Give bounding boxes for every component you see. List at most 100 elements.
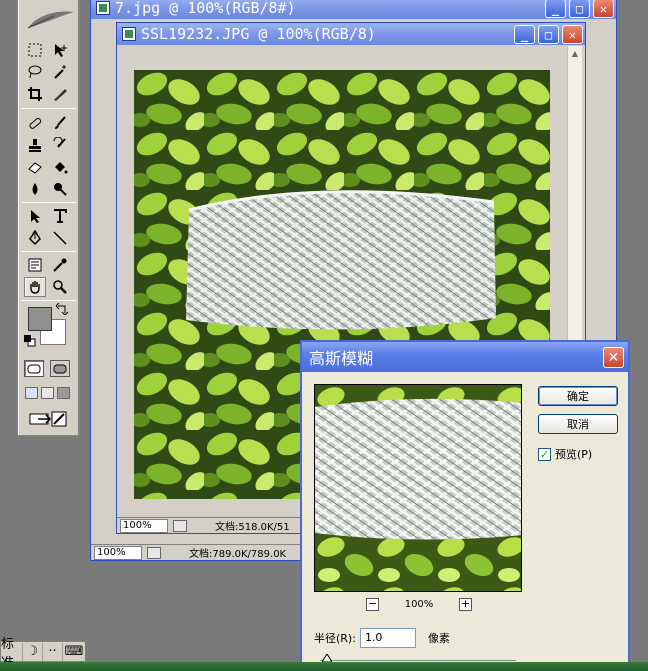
- blur-icon[interactable]: [24, 179, 46, 199]
- tool-row: [24, 157, 72, 177]
- default-colors-icon[interactable]: [24, 335, 36, 347]
- close-icon: ✕: [599, 1, 608, 16]
- status-menu-icon[interactable]: [173, 519, 187, 532]
- preview-checkbox[interactable]: ✓ 预览(P): [538, 446, 592, 462]
- language-bar: 标准 ☽ ·· ⌨: [0, 637, 86, 671]
- close-icon: ✕: [568, 27, 577, 42]
- tool-row: [24, 255, 72, 275]
- eraser-icon[interactable]: [24, 157, 46, 177]
- tool-row: [24, 40, 72, 60]
- zoom-in-button[interactable]: +: [459, 598, 472, 611]
- tool-row: [24, 228, 72, 248]
- maximize-button[interactable]: □: [538, 25, 559, 44]
- feather-logo-icon: [27, 11, 74, 29]
- toolbox-divider: [22, 108, 76, 109]
- brush-icon[interactable]: [49, 113, 71, 133]
- notes-icon[interactable]: [24, 255, 46, 275]
- taskbar: [0, 662, 648, 671]
- swap-colors-icon[interactable]: [56, 303, 68, 315]
- radius-label: 半径(R):: [314, 632, 356, 645]
- gaussian-blur-dialog: 高斯模糊 ✕ 确定 取消 ✓ 预览(P) − 100% + 半径(R): 1.0…: [300, 340, 630, 671]
- full-screen-button[interactable]: [57, 387, 70, 399]
- dialog-titlebar[interactable]: 高斯模糊: [302, 342, 628, 372]
- back-window-title: 7.jpg @ 100%(RGB/8#): [115, 0, 296, 17]
- paint-bucket-icon[interactable]: [49, 157, 71, 177]
- radius-input[interactable]: 1.0: [359, 628, 416, 648]
- back-window-titlebar[interactable]: 7.jpg @ 100%(RGB/8#) _ □ ✕: [91, 0, 616, 19]
- soft-keyboard-icon[interactable]: ⌨: [63, 643, 85, 661]
- preview-checkbox-label: 预览(P): [555, 448, 593, 461]
- full-screen-menu-button[interactable]: [41, 387, 54, 399]
- move-icon[interactable]: [49, 40, 71, 60]
- dialog-title: 高斯模糊: [309, 349, 374, 368]
- standard-mode-button[interactable]: [24, 360, 44, 377]
- lasso-icon[interactable]: [24, 62, 46, 82]
- zoom-level-field[interactable]: 100%: [94, 545, 142, 560]
- quick-mask-icon: [53, 364, 67, 373]
- eyedropper-icon[interactable]: [49, 255, 71, 275]
- preview-zoom-controls: − 100% +: [366, 598, 472, 611]
- jump-to-imageready-icon[interactable]: [28, 410, 68, 428]
- tool-row: [24, 62, 72, 82]
- toolbox: [17, 0, 80, 436]
- document-icon: [122, 27, 136, 41]
- tool-row: [24, 179, 72, 199]
- tool-row: [24, 135, 72, 155]
- radius-unit: 像素: [427, 632, 450, 645]
- minimize-icon: _: [551, 1, 560, 16]
- quick-mask-button[interactable]: [50, 360, 70, 377]
- foreground-color-swatch[interactable]: [28, 307, 52, 331]
- tool-row: [24, 206, 72, 226]
- zoom-icon[interactable]: [49, 277, 71, 297]
- close-button[interactable]: ✕: [593, 0, 614, 18]
- document-size-readout: 文档:518.0K/51: [215, 522, 290, 533]
- radius-row: 半径(R): 1.0 像素: [314, 628, 450, 648]
- dodge-icon[interactable]: [49, 179, 71, 199]
- preview-image: [315, 385, 521, 591]
- cancel-button[interactable]: 取消: [538, 414, 618, 434]
- scroll-up-icon[interactable]: ▲: [568, 46, 582, 60]
- type-icon[interactable]: [49, 206, 71, 226]
- standard-screen-button[interactable]: [25, 387, 38, 399]
- screen-mode-group: [25, 387, 70, 399]
- front-window-title: SSL19232.JPG @ 100%(RGB/8): [141, 25, 376, 43]
- close-icon: ✕: [607, 349, 620, 366]
- blur-preview[interactable]: [314, 384, 522, 592]
- maximize-icon: □: [575, 1, 584, 16]
- toolbox-divider: [22, 300, 76, 301]
- checkmark-icon: ✓: [538, 447, 551, 461]
- status-menu-icon[interactable]: [147, 546, 161, 559]
- healing-brush-icon[interactable]: [24, 113, 46, 133]
- crop-icon[interactable]: [24, 84, 46, 104]
- preview-zoom-value: 100%: [404, 599, 434, 610]
- close-button[interactable]: ✕: [562, 25, 583, 44]
- tool-row: [24, 113, 72, 133]
- input-mode-button[interactable]: 标准: [1, 637, 23, 671]
- tool-row: [24, 84, 72, 104]
- tool-row: [24, 277, 72, 297]
- pen-icon[interactable]: [24, 228, 46, 248]
- line-icon[interactable]: [49, 228, 71, 248]
- hand-icon[interactable]: [24, 277, 46, 297]
- toolbox-divider: [22, 251, 76, 252]
- minimize-button[interactable]: _: [514, 25, 535, 44]
- path-select-icon[interactable]: [24, 206, 46, 226]
- front-window-titlebar[interactable]: SSL19232.JPG @ 100%(RGB/8) _ □ ✕: [117, 23, 585, 45]
- document-size-readout: 文档:789.0K/789.0K: [189, 549, 287, 560]
- clone-stamp-icon[interactable]: [24, 135, 46, 155]
- zoom-out-button[interactable]: −: [366, 598, 379, 611]
- standard-mode-icon: [27, 364, 41, 373]
- slider-thumb-icon[interactable]: [322, 654, 332, 662]
- slice-icon[interactable]: [49, 84, 71, 104]
- ok-button[interactable]: 确定: [538, 386, 618, 406]
- minimize-button[interactable]: _: [545, 0, 566, 18]
- half-width-moon-icon[interactable]: ☽: [23, 642, 43, 661]
- maximize-button[interactable]: □: [569, 0, 590, 18]
- marquee-icon[interactable]: [24, 40, 46, 60]
- zoom-level-field[interactable]: 100%: [120, 518, 168, 533]
- history-brush-icon[interactable]: [49, 135, 71, 155]
- punctuation-icon[interactable]: ··: [43, 642, 63, 661]
- minimize-icon: _: [520, 27, 529, 42]
- magic-wand-icon[interactable]: [49, 62, 71, 82]
- dialog-close-button[interactable]: ✕: [603, 347, 624, 368]
